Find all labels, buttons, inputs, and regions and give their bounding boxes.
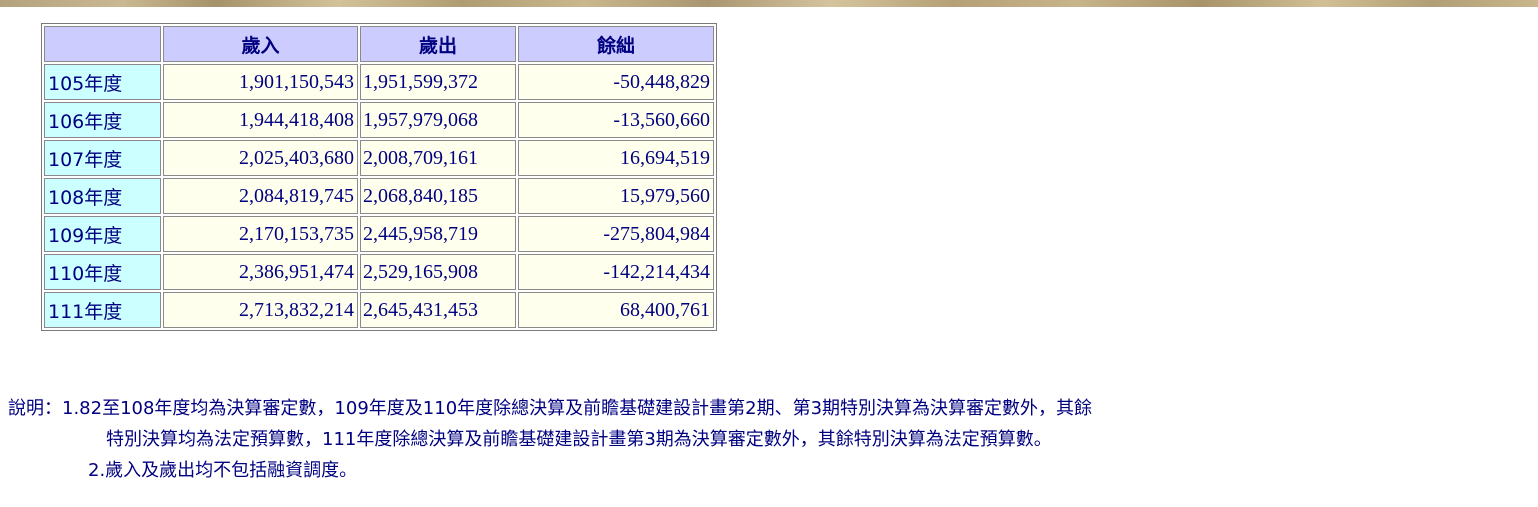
header-balance: 餘絀 [518,26,714,62]
year-cell: 108年度 [44,178,161,214]
table-row: 109年度 2,170,153,735 2,445,958,719 -275,8… [44,216,714,252]
balance-cell: -13,560,660 [518,102,714,138]
revenue-cell: 1,944,418,408 [163,102,358,138]
year-cell: 111年度 [44,292,161,328]
revenue-cell: 2,713,832,214 [163,292,358,328]
expenditure-cell: 2,008,709,161 [360,140,516,176]
expenditure-cell: 2,529,165,908 [360,254,516,290]
expenditure-cell: 2,068,840,185 [360,178,516,214]
table-row: 106年度 1,944,418,408 1,957,979,068 -13,56… [44,102,714,138]
balance-cell: 68,400,761 [518,292,714,328]
note-line-1-continued: 特別決算均為法定預算數，111年度除總決算及前瞻基礎建設計畫第3期為決算審定數外… [106,429,1052,450]
balance-cell: -142,214,434 [518,254,714,290]
table-row: 107年度 2,025,403,680 2,008,709,161 16,694… [44,140,714,176]
revenue-cell: 2,170,153,735 [163,216,358,252]
expenditure-cell: 1,951,599,372 [360,64,516,100]
year-cell: 105年度 [44,64,161,100]
balance-cell: -275,804,984 [518,216,714,252]
expenditure-cell: 2,645,431,453 [360,292,516,328]
balance-cell: -50,448,829 [518,64,714,100]
header-revenue: 歲入 [163,26,358,62]
revenue-cell: 2,025,403,680 [163,140,358,176]
table-header-row: 歲入 歲出 餘絀 [44,26,714,62]
year-cell: 109年度 [44,216,161,252]
year-cell: 106年度 [44,102,161,138]
explanatory-notes: 說明：1.82至108年度均為決算審定數，109年度及110年度除總決算及前瞻基… [8,393,1528,486]
decorative-top-border [0,0,1538,7]
year-cell: 110年度 [44,254,161,290]
header-year-cell [44,26,161,62]
balance-cell: 15,979,560 [518,178,714,214]
revenue-cell: 2,084,819,745 [163,178,358,214]
table-row: 111年度 2,713,832,214 2,645,431,453 68,400… [44,292,714,328]
balance-cell: 16,694,519 [518,140,714,176]
table-row: 105年度 1,901,150,543 1,951,599,372 -50,44… [44,64,714,100]
revenue-cell: 1,901,150,543 [163,64,358,100]
table-row: 110年度 2,386,951,474 2,529,165,908 -142,2… [44,254,714,290]
expenditure-cell: 2,445,958,719 [360,216,516,252]
revenue-cell: 2,386,951,474 [163,254,358,290]
year-cell: 107年度 [44,140,161,176]
note-line-2: 2.歲入及歲出均不包括融資調度。 [88,460,358,481]
table-row: 108年度 2,084,819,745 2,068,840,185 15,979… [44,178,714,214]
expenditure-cell: 1,957,979,068 [360,102,516,138]
note-line-1: 說明：1.82至108年度均為決算審定數，109年度及110年度除總決算及前瞻基… [8,398,1093,419]
header-expenditure: 歲出 [360,26,516,62]
revenue-expenditure-table: 歲入 歲出 餘絀 105年度 1,901,150,543 1,951,599,3… [41,23,717,331]
